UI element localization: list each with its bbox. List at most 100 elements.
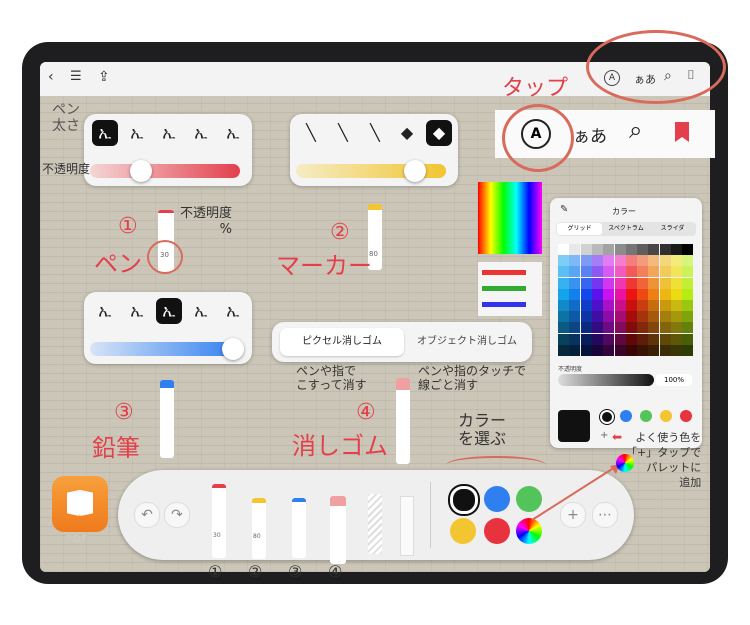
color-grid-cell[interactable]	[603, 333, 615, 345]
pen-opacity-slider[interactable]	[90, 164, 240, 178]
color-grid-cell[interactable]	[648, 300, 660, 311]
color-grid-cell[interactable]	[682, 322, 694, 334]
eyedropper-icon[interactable]: ✎	[560, 204, 568, 215]
marker-opacity-knob[interactable]	[404, 160, 426, 182]
color-grid-cell[interactable]	[558, 344, 569, 356]
color-grid-cell[interactable]	[591, 277, 603, 289]
color-grid-cell[interactable]	[659, 344, 671, 356]
palette-blue[interactable]	[620, 410, 632, 422]
tab-slider[interactable]: スライダ	[650, 223, 695, 235]
pencil-tip-4[interactable]: ኢ	[188, 298, 214, 324]
color-grid[interactable]	[558, 244, 694, 356]
color-grid-cell[interactable]	[671, 344, 682, 356]
color-grid-gray[interactable]	[603, 244, 615, 255]
zoomed-search-icon[interactable]: ⌕	[629, 116, 642, 144]
pencil-tip-2[interactable]: ኢ	[124, 298, 150, 324]
color-grid-cell[interactable]	[580, 255, 592, 267]
color-grid-cell[interactable]	[614, 300, 626, 311]
color-grid-cell[interactable]	[682, 300, 694, 311]
color-grid-cell[interactable]	[569, 322, 581, 334]
color-grid-gray[interactable]	[659, 244, 671, 255]
color-grid-cell[interactable]	[580, 333, 592, 345]
color-grid-cell[interactable]	[637, 333, 649, 345]
color-grid-cell[interactable]	[580, 266, 592, 278]
color-grid-cell[interactable]	[591, 300, 603, 311]
color-grid-gray[interactable]	[625, 244, 637, 255]
color-grid-cell[interactable]	[659, 266, 671, 278]
undo-icon[interactable]: ↶	[134, 502, 160, 528]
color-grid-cell[interactable]	[569, 288, 581, 300]
color-grid-cell[interactable]	[591, 333, 603, 345]
color-grid-cell[interactable]	[671, 300, 682, 311]
marker-tip-4[interactable]: ◆	[394, 120, 420, 146]
color-grid-cell[interactable]	[603, 322, 615, 334]
color-grid-cell[interactable]	[671, 311, 682, 323]
color-grid-cell[interactable]	[580, 300, 592, 311]
color-grid-gray[interactable]	[682, 244, 694, 255]
color-grid-cell[interactable]	[659, 277, 671, 289]
color-grid-cell[interactable]	[682, 266, 694, 278]
color-grid-cell[interactable]	[614, 322, 626, 334]
list-icon[interactable]: ☰	[70, 69, 82, 84]
palette-green[interactable]	[640, 410, 652, 422]
color-grid-cell[interactable]	[591, 322, 603, 334]
color-grid-cell[interactable]	[659, 333, 671, 345]
color-grid-cell[interactable]	[648, 311, 660, 323]
color-grid-cell[interactable]	[603, 311, 615, 323]
color-grid-cell[interactable]	[558, 322, 569, 334]
color-grid-gray[interactable]	[671, 244, 682, 255]
color-grid-cell[interactable]	[591, 311, 603, 323]
color-grid-cell[interactable]	[603, 277, 615, 289]
color-grid-cell[interactable]	[558, 266, 569, 278]
color-grid-cell[interactable]	[625, 266, 637, 278]
color-grid-cell[interactable]	[682, 288, 694, 300]
palette-red[interactable]	[680, 410, 692, 422]
color-grid-cell[interactable]	[614, 266, 626, 278]
toolbar-pencil[interactable]	[292, 498, 306, 558]
color-grid-cell[interactable]	[637, 322, 649, 334]
color-yellow[interactable]	[450, 518, 476, 544]
color-grid-cell[interactable]	[625, 300, 637, 311]
color-grid-cell[interactable]	[569, 255, 581, 267]
color-grid-cell[interactable]	[614, 277, 626, 289]
color-opacity-value[interactable]: 100%	[656, 374, 692, 386]
chevron-left-icon[interactable]: ‹	[48, 69, 54, 85]
color-grid-cell[interactable]	[580, 277, 592, 289]
color-grid-cell[interactable]	[671, 277, 682, 289]
color-grid-cell[interactable]	[648, 322, 660, 334]
pen-tip-4[interactable]: ኢ	[188, 120, 214, 146]
tab-spectrum[interactable]: スペクトラム	[603, 223, 649, 235]
color-grid-cell[interactable]	[671, 255, 682, 267]
color-grid-cell[interactable]	[603, 255, 615, 267]
pen-tip-5[interactable]: ኢ	[220, 120, 246, 146]
color-grid-cell[interactable]	[659, 300, 671, 311]
color-grid-gray[interactable]	[569, 244, 581, 255]
pen-opacity-knob[interactable]	[130, 160, 152, 182]
share-icon[interactable]: ⇪	[98, 69, 110, 85]
pencil-opacity-slider[interactable]	[90, 342, 240, 356]
color-black[interactable]	[450, 486, 478, 514]
color-grid-cell[interactable]	[682, 344, 694, 356]
color-grid-cell[interactable]	[648, 266, 660, 278]
color-grid-cell[interactable]	[659, 288, 671, 300]
color-grid-cell[interactable]	[648, 288, 660, 300]
color-red[interactable]	[484, 518, 510, 544]
color-grid-cell[interactable]	[569, 266, 581, 278]
color-grid-gray[interactable]	[637, 244, 649, 255]
color-grid-cell[interactable]	[648, 344, 660, 356]
color-grid-cell[interactable]	[637, 344, 649, 356]
color-grid-cell[interactable]	[671, 288, 682, 300]
tab-grid[interactable]: グリッド	[557, 223, 602, 235]
color-grid-gray[interactable]	[558, 244, 569, 255]
color-grid-cell[interactable]	[569, 333, 581, 345]
color-grid-cell[interactable]	[625, 311, 637, 323]
color-grid-cell[interactable]	[558, 277, 569, 289]
color-grid-cell[interactable]	[637, 300, 649, 311]
color-grid-cell[interactable]	[659, 322, 671, 334]
color-grid-cell[interactable]	[659, 311, 671, 323]
color-grid-cell[interactable]	[637, 277, 649, 289]
pixel-eraser-tab[interactable]: ピクセル消しゴム	[280, 328, 404, 356]
pencil-tip-1[interactable]: ኢ	[92, 298, 118, 324]
toolbar-eraser[interactable]	[330, 496, 346, 564]
color-grid-cell[interactable]	[637, 288, 649, 300]
